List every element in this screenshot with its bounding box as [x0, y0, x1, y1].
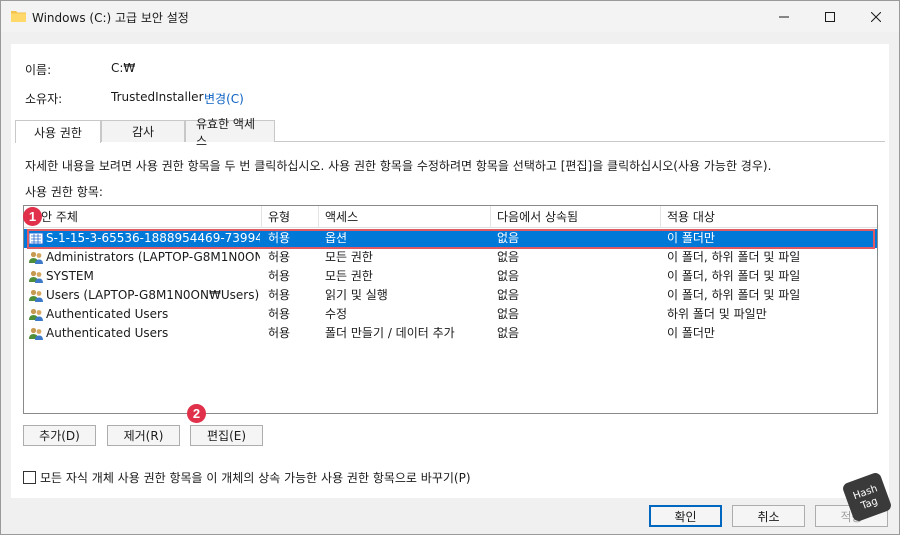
cell-access: 옵션	[325, 231, 348, 245]
cell-type: 허용	[268, 307, 291, 321]
title-bar[interactable]: Windows (C:) 고급 보안 설정	[1, 1, 899, 32]
owner-value: TrustedInstaller	[111, 90, 204, 104]
remove-button[interactable]: 제거(R)	[107, 425, 180, 446]
cell-principal: Authenticated Users	[46, 326, 169, 340]
permission-entries-list[interactable]: 보안 주체 유형 액세스 다음에서 상속됨 적용 대상 S-1-15-3-655…	[23, 205, 878, 414]
cell-principal: Authenticated Users	[46, 307, 169, 321]
hashtag-watermark-icon: Hash Tag	[843, 473, 891, 521]
cell-principal: Administrators (LAPTOP-G8M1N0ON...	[46, 250, 260, 264]
cell-inherited: 없음	[497, 231, 520, 245]
cell-applies: 이 폴더만	[667, 326, 715, 340]
cell-principal: S-1-15-3-65536-1888954469-73994...	[46, 231, 260, 245]
users-icon	[29, 308, 43, 321]
cell-access: 모든 권한	[325, 250, 373, 264]
cell-type: 허용	[268, 326, 291, 340]
replace-child-permissions-checkbox[interactable]	[23, 470, 36, 484]
cell-type: 허용	[268, 269, 291, 283]
cell-principal: Users (LAPTOP-G8M1N0ON₩Users)	[46, 288, 260, 302]
step-marker-1: 1	[23, 207, 42, 226]
owner-label: 소유자:	[25, 92, 63, 106]
cell-type: 허용	[268, 231, 291, 245]
users-icon	[29, 270, 43, 283]
cell-inherited: 없음	[497, 269, 520, 283]
cell-access: 수정	[325, 307, 348, 321]
cell-principal: SYSTEM	[46, 269, 94, 283]
cell-applies: 이 폴더, 하위 폴더 및 파일	[667, 269, 801, 283]
maximize-button[interactable]	[807, 1, 853, 32]
cell-access: 폴더 만들기 / 데이터 추가	[325, 326, 455, 340]
advanced-security-settings-window: Windows (C:) 고급 보안 설정 이름: C:₩ 소유자: Trust…	[0, 0, 900, 535]
cell-inherited: 없음	[497, 326, 520, 340]
table-row[interactable]: S-1-15-3-65536-1888954469-73994... 허용 옵션 없음…	[24, 229, 877, 248]
table-row[interactable]: Authenticated Users 허용 수정 없음 하위 폴더 및 파일만	[24, 305, 877, 324]
cell-applies: 이 폴더, 하위 폴더 및 파일	[667, 288, 801, 302]
window-title: Windows (C:) 고급 보안 설정	[32, 11, 189, 25]
permission-entries-label: 사용 권한 항목:	[25, 185, 103, 199]
close-icon	[871, 11, 881, 22]
table-row[interactable]: Users (LAPTOP-G8M1N0ON₩Users) 허용 읽기 및 실행 없음…	[24, 286, 877, 305]
list-header: 보안 주체 유형 액세스 다음에서 상속됨 적용 대상	[24, 206, 877, 228]
table-row[interactable]: SYSTEM 허용 모든 권한 없음 이 폴더, 하위 폴더 및 파일	[24, 267, 877, 286]
tab-auditing[interactable]: 감사	[101, 120, 185, 142]
add-button[interactable]: 추가(D)	[23, 425, 96, 446]
content-panel: 이름: C:₩ 소유자: TrustedInstaller 변경(C) 사용 권…	[11, 44, 889, 498]
edit-button[interactable]: 편집(E)	[190, 425, 263, 446]
cell-applies: 하위 폴더 및 파일만	[667, 307, 767, 321]
cell-applies: 이 폴더, 하위 폴더 및 파일	[667, 250, 801, 264]
change-owner-link[interactable]: 변경(C)	[204, 90, 244, 107]
step-marker-2: 2	[187, 404, 206, 423]
security-group-icon	[28, 232, 44, 245]
table-row[interactable]: Administrators (LAPTOP-G8M1N0ON... 허용 모든 권…	[24, 248, 877, 267]
minimize-icon	[779, 16, 789, 17]
tab-strip: 사용 권한 감사 유효한 액세스	[15, 117, 885, 148]
users-icon	[29, 289, 43, 302]
instruction-text: 자세한 내용을 보려면 사용 권한 항목을 두 번 클릭하십시오. 사용 권한 …	[25, 159, 772, 173]
column-header-principal[interactable]: 보안 주체	[24, 206, 262, 228]
column-header-inherited-from[interactable]: 다음에서 상속됨	[491, 206, 661, 228]
close-button[interactable]	[853, 1, 899, 32]
users-icon	[29, 327, 43, 340]
cell-access: 모든 권한	[325, 269, 373, 283]
column-header-access[interactable]: 액세스	[319, 206, 491, 228]
cancel-button[interactable]: 취소	[732, 505, 805, 527]
replace-child-permissions-label: 모든 자식 개체 사용 권한 항목을 이 개체의 상속 가능한 사용 권한 항목…	[40, 470, 471, 485]
ok-button[interactable]: 확인	[649, 505, 722, 527]
column-header-applies-to[interactable]: 적용 대상	[661, 206, 877, 228]
name-value: C:₩	[111, 61, 136, 75]
tab-effective-access[interactable]: 유효한 액세스	[185, 117, 275, 148]
column-header-type[interactable]: 유형	[262, 206, 319, 228]
cell-access: 읽기 및 실행	[325, 288, 388, 302]
name-label: 이름:	[25, 63, 52, 77]
users-icon	[29, 251, 43, 264]
tab-permissions[interactable]: 사용 권한	[15, 120, 101, 143]
table-row[interactable]: Authenticated Users 허용 폴더 만들기 / 데이터 추가 없음 이 …	[24, 324, 877, 343]
cell-type: 허용	[268, 288, 291, 302]
maximize-icon	[825, 11, 835, 22]
cell-inherited: 없음	[497, 250, 520, 264]
cell-inherited: 없음	[497, 307, 520, 321]
folder-icon	[11, 11, 26, 22]
minimize-button[interactable]	[761, 1, 807, 32]
cell-applies: 이 폴더만	[667, 231, 715, 245]
cell-inherited: 없음	[497, 288, 520, 302]
cell-type: 허용	[268, 250, 291, 264]
replace-child-permissions-option[interactable]: 모든 자식 개체 사용 권한 항목을 이 개체의 상속 가능한 사용 권한 항목…	[23, 468, 471, 486]
